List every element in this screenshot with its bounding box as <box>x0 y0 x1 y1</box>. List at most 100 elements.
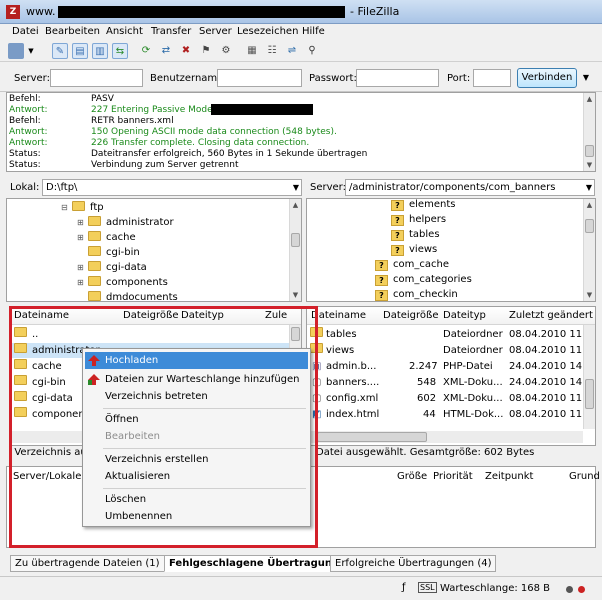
column-filetype[interactable]: Dateityp <box>181 310 224 321</box>
chevron-down-icon[interactable]: ▼ <box>293 180 299 195</box>
filter-icon[interactable]: ƒ <box>402 582 406 593</box>
refresh-icon[interactable]: ⟳ <box>138 43 154 59</box>
tree-item[interactable]: ⊞ cgi-data <box>77 260 147 275</box>
menu-ansicht[interactable]: Ansicht <box>106 26 143 37</box>
menu-item-upload[interactable]: Hochladen <box>85 352 308 369</box>
tree-item[interactable]: cgi-bin <box>77 245 140 260</box>
expand-icon[interactable]: ⊞ <box>77 215 85 230</box>
tree-item[interactable]: ? com_checkin <box>375 287 458 301</box>
process-queue-icon[interactable]: ⇄ <box>158 43 174 59</box>
reconnect-icon[interactable]: ⚙ <box>218 43 234 59</box>
column-filesize[interactable]: Dateigröße <box>383 310 439 321</box>
menu-datei[interactable]: Datei <box>12 26 39 37</box>
table-row[interactable]: ▢ config.xml 602 XML-Doku... 08.04.2010 … <box>307 391 595 406</box>
collapse-icon[interactable]: ⊟ <box>61 200 69 215</box>
scroll-up-icon[interactable]: ▲ <box>584 93 595 105</box>
column-filetype[interactable]: Dateityp <box>443 310 486 321</box>
menu-item-open[interactable]: Öffnen <box>85 411 308 428</box>
tree-item[interactable]: ? views <box>391 242 437 257</box>
menu-server[interactable]: Server <box>199 26 232 37</box>
connect-button[interactable]: Verbinden <box>517 68 577 88</box>
server-input[interactable] <box>50 69 143 87</box>
local-path-input[interactable]: D:\ftp\ ▼ <box>42 179 302 196</box>
scroll-thumb[interactable] <box>291 327 300 341</box>
menu-bearbeiten[interactable]: Bearbeiten <box>45 26 100 37</box>
column-modified[interactable]: Zuletzt geändert <box>509 310 593 321</box>
log-scrollbar[interactable]: ▲ ▼ <box>583 93 595 171</box>
menu-item-delete[interactable]: Löschen <box>85 491 308 508</box>
site-manager-icon[interactable] <box>8 43 24 59</box>
menu-item-edit[interactable]: Bearbeiten <box>85 428 308 445</box>
menu-transfer[interactable]: Transfer <box>151 26 191 37</box>
quickconnect-dropdown-icon[interactable]: ▼ <box>579 69 593 87</box>
toggle-queue-icon[interactable]: ⇆ <box>112 43 128 59</box>
column-modified[interactable]: Zule <box>265 310 287 321</box>
column-priority[interactable]: Priorität <box>433 471 473 482</box>
column-filename[interactable]: Dateiname <box>311 310 366 321</box>
menu-item-enter-directory[interactable]: Verzeichnis betreten <box>85 388 308 405</box>
scroll-up-icon[interactable]: ▲ <box>584 199 595 211</box>
compare-icon[interactable]: ⇌ <box>284 43 300 59</box>
scroll-down-icon[interactable]: ▼ <box>584 289 595 301</box>
tree-item[interactable]: ? com_categories <box>375 272 472 287</box>
toggle-sync-browsing-icon[interactable]: ☷ <box>264 43 280 59</box>
password-input[interactable] <box>356 69 439 87</box>
tree-item[interactable]: ⊞ components <box>77 275 168 290</box>
column-filename[interactable]: Dateiname <box>14 310 69 321</box>
column-reason[interactable]: Grund <box>569 471 600 482</box>
scroll-thumb[interactable] <box>291 233 300 247</box>
scroll-thumb[interactable] <box>585 145 594 157</box>
scroll-thumb[interactable] <box>585 219 594 233</box>
local-tree-scrollbar[interactable]: ▲ ▼ <box>289 199 301 301</box>
remote-path-input[interactable]: /administrator/components/com_banners ▼ <box>345 179 595 196</box>
tree-item[interactable]: ⊞ administrator <box>77 215 174 230</box>
scroll-thumb[interactable] <box>585 379 594 409</box>
table-row[interactable]: views Dateiordner 08.04.2010 11:5... <box>307 343 595 358</box>
list-item[interactable]: .. <box>11 327 301 342</box>
tab-failed-transfers[interactable]: Fehlgeschlagene Übertragungen <box>164 555 359 572</box>
menu-lesezeichen[interactable]: Lesezeichen <box>237 26 298 37</box>
scroll-down-icon[interactable]: ▼ <box>584 159 595 171</box>
remote-list-hscrollbar[interactable] <box>307 431 583 443</box>
search-icon[interactable]: ⚲ <box>304 43 320 59</box>
tree-item[interactable]: dmdocuments <box>77 290 178 301</box>
column-size[interactable]: Größe <box>397 471 427 482</box>
tree-item[interactable]: ? elements <box>391 199 455 212</box>
chevron-down-icon[interactable]: ▼ <box>586 180 592 195</box>
menu-item-create-directory[interactable]: Verzeichnis erstellen <box>85 451 308 468</box>
tree-item[interactable]: ⊞ cache <box>77 230 136 245</box>
tab-successful-transfers[interactable]: Erfolgreiche Übertragungen (4) <box>330 555 497 572</box>
port-input[interactable] <box>473 69 511 87</box>
disconnect-icon[interactable]: ⚑ <box>198 43 214 59</box>
toggle-local-tree-icon[interactable]: ▤ <box>72 43 88 59</box>
menu-item-add-to-queue[interactable]: Dateien zur Warteschlange hinzufügen <box>85 371 308 388</box>
tab-queued-files[interactable]: Zu übertragende Dateien (1) <box>10 555 165 572</box>
username-input[interactable] <box>217 69 302 87</box>
tree-item[interactable]: ? com_cache <box>375 257 449 272</box>
column-filesize[interactable]: Dateigröße <box>123 310 179 321</box>
site-manager-dropdown-icon[interactable]: ▼ <box>26 43 36 59</box>
column-time[interactable]: Zeitpunkt <box>485 471 533 482</box>
toggle-remote-tree-icon[interactable]: ▥ <box>92 43 108 59</box>
expand-icon[interactable]: ⊞ <box>77 275 85 290</box>
expand-icon[interactable]: ⊞ <box>77 230 85 245</box>
table-row[interactable]: ◩ index.html 44 HTML-Dok... 08.04.2010 1… <box>307 407 595 422</box>
scroll-up-icon[interactable]: ▲ <box>290 199 301 211</box>
scroll-down-icon[interactable]: ▼ <box>290 289 301 301</box>
table-row[interactable]: ▣ admin.b... 2.247 PHP-Datei 24.04.2010 … <box>307 359 595 374</box>
remote-list-scrollbar[interactable] <box>583 325 595 429</box>
menu-hilfe[interactable]: Hilfe <box>302 26 325 37</box>
tree-item[interactable]: ? helpers <box>391 212 446 227</box>
menu-item-rename[interactable]: Umbenennen <box>85 508 308 525</box>
menu-item-refresh[interactable]: Aktualisieren <box>85 468 308 485</box>
remote-tree-scrollbar[interactable]: ▲ ▼ <box>583 199 595 301</box>
tree-item[interactable]: ⊟ ftp <box>61 200 104 215</box>
table-row[interactable]: ▢ banners.... 548 XML-Doku... 24.04.2010… <box>307 375 595 390</box>
table-row[interactable]: tables Dateiordner 08.04.2010 11:5... <box>307 327 595 342</box>
cancel-icon[interactable]: ✖ <box>178 43 194 59</box>
tree-item[interactable]: ? tables <box>391 227 440 242</box>
scroll-thumb[interactable] <box>317 432 427 442</box>
expand-icon[interactable]: ⊞ <box>77 260 85 275</box>
toggle-log-icon[interactable]: ✎ <box>52 43 68 59</box>
directory-listing-filter-icon[interactable]: ▦ <box>244 43 260 59</box>
